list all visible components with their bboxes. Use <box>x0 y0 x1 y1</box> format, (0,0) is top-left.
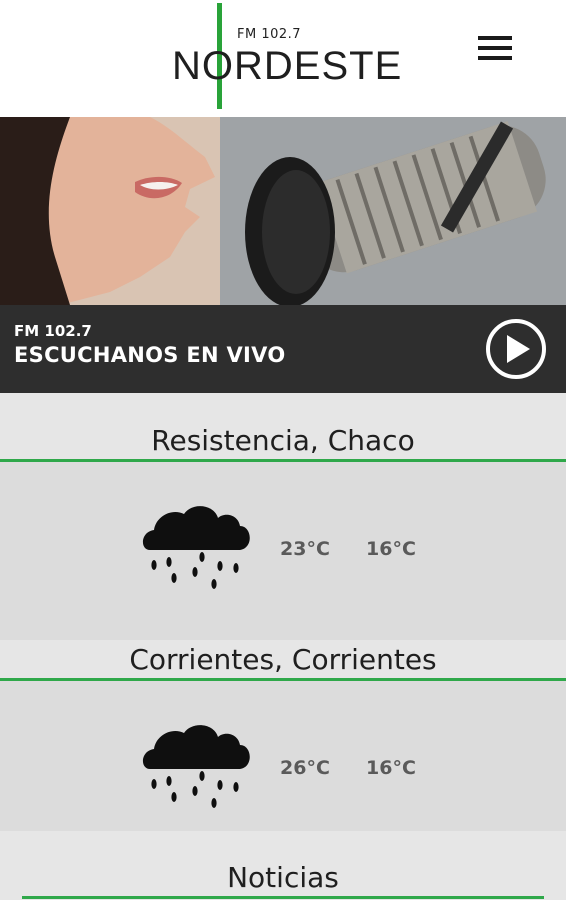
weather-card: 23°C 16°C <box>0 462 566 640</box>
station-logo[interactable]: FM 102.7 NORDESTE <box>170 0 410 117</box>
live-frequency: FM 102.7 <box>14 322 92 340</box>
weather-city-title: Resistencia, Chaco <box>151 424 415 457</box>
min-temperature: 16°C <box>366 538 416 560</box>
section-divider <box>22 896 544 899</box>
live-stream-bar[interactable]: FM 102.7 ESCUCHANOS EN VIVO <box>0 305 566 393</box>
rain-cloud-icon <box>142 506 250 589</box>
news-section-title[interactable]: Noticias <box>0 861 566 894</box>
play-icon[interactable] <box>485 318 547 380</box>
rain-cloud-icon <box>142 725 250 808</box>
live-title: ESCUCHANOS EN VIVO <box>14 343 286 367</box>
app-header: FM 102.7 NORDESTE <box>0 0 566 117</box>
min-temperature: 16°C <box>366 757 416 779</box>
logo-name: NORDESTE <box>172 44 403 88</box>
weather-city-title: Corrientes, Corrientes <box>129 643 437 676</box>
logo-frequency: FM 102.7 <box>237 27 302 42</box>
max-temperature: 23°C <box>280 538 330 560</box>
hero-image <box>0 117 566 305</box>
hamburger-menu-icon[interactable] <box>478 36 512 62</box>
max-temperature: 26°C <box>280 757 330 779</box>
weather-card: 26°C 16°C <box>0 681 566 831</box>
